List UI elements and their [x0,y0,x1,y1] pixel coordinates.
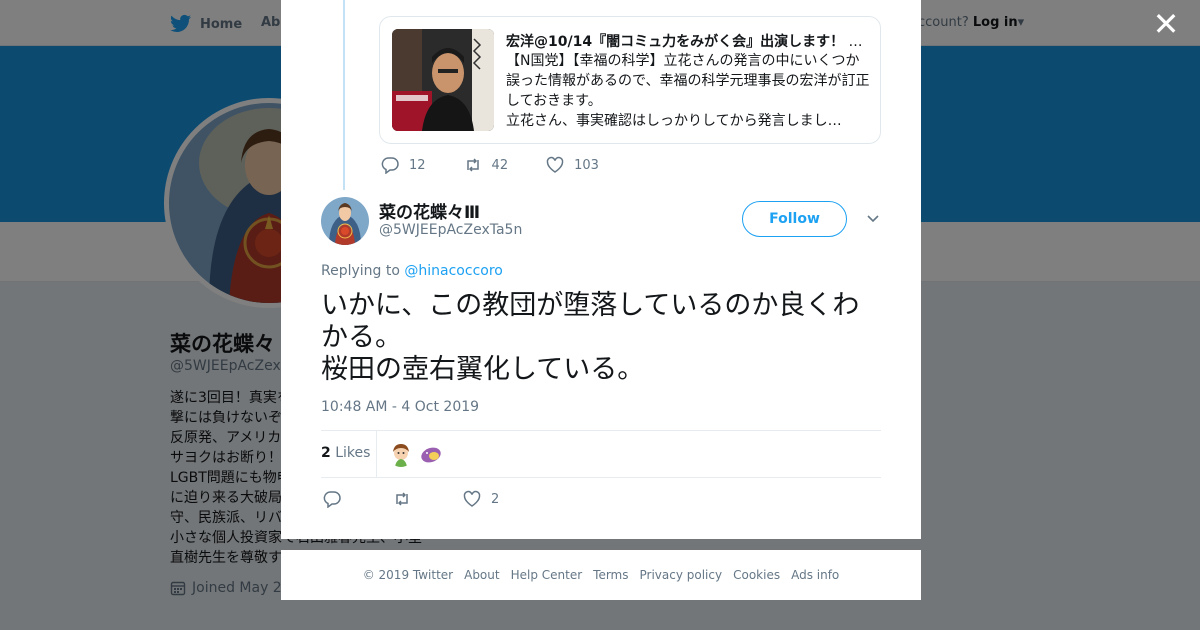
footer-copyright: © 2019 Twitter [362,568,454,582]
previous-tweet-actions: 12 42 103 [381,156,637,174]
like-count: 2 [491,491,500,507]
cartoon-girl-avatar-image [388,441,414,467]
likers-avatars [388,441,444,467]
stats-divider [376,431,377,477]
likes-label: Likes [335,445,371,461]
reply-button[interactable] [323,490,341,508]
footer-link-cookies[interactable]: Cookies [733,568,780,582]
quoted-tweet-header: 宏洋@10/14『闇コミュ力をみがく会』出演します！ @… [506,31,870,51]
tweet-author-avatar[interactable] [321,197,369,245]
thread-connector-line [343,0,345,190]
modal-footer: © 2019 Twitter About Help Center Terms P… [281,550,921,600]
reply-icon [381,157,399,174]
liker-avatar[interactable] [388,441,414,467]
tweet-author-name[interactable]: 菜の花蝶々Ⅲ [379,198,480,223]
retweet-icon [466,158,479,172]
retweet-button[interactable]: 42 [464,156,509,174]
like-button[interactable]: 103 [546,156,599,174]
like-button[interactable]: 2 [463,490,499,508]
tweet-author-handle[interactable]: @5WJEEpAcZexTa5n [379,222,522,238]
liker-avatar[interactable] [418,441,444,467]
retweet-icon [396,492,408,506]
chevron-down-icon[interactable] [865,210,881,226]
tweet-text: いかに、この教団が堕落しているのか良くわかる。 桜田の壺右翼化している。 [321,290,860,385]
replying-to-link[interactable]: @hinacoccoro [404,263,502,279]
footer-link-terms[interactable]: Terms [593,568,628,582]
quoted-tweet-handle: @… [848,34,870,50]
quoted-tweet-text: 【N国党】【幸福の科学】立花さんの発言の中にいくつか誤った情報があるので、幸福の… [506,53,870,129]
tweet-actions: 2 [323,490,551,508]
video-thumbnail-image [392,29,494,131]
heart-icon [463,490,481,507]
follow-button[interactable]: Follow [742,201,847,237]
likes-count: 2 [321,445,331,461]
footer-link-about[interactable]: About [464,568,499,582]
reply-count: 12 [409,157,426,173]
tweet-permalink-modal: 宏洋@10/14『闇コミュ力をみがく会』出演します！ @… 【N国党】【幸福の科… [281,0,921,539]
like-count: 103 [574,157,599,173]
quoted-tweet-thumbnail [392,29,494,131]
footer-link-privacy[interactable]: Privacy policy [640,568,723,582]
replying-to: Replying to @hinacoccoro [321,263,503,279]
likes-stat[interactable]: 2 Likes [321,445,370,461]
quoted-tweet-card[interactable]: 宏洋@10/14『闇コミュ力をみがく会』出演します！ @… 【N国党】【幸福の科… [379,16,881,144]
retweet-button[interactable] [393,490,411,508]
quoted-tweet-author: 宏洋@10/14『闇コミュ力をみがく会』出演します！ [506,34,845,50]
heart-icon [546,156,564,173]
tweet-timestamp[interactable]: 10:48 AM - 4 Oct 2019 [321,399,479,415]
close-icon[interactable]: ✕ [1152,8,1180,40]
footer-link-help-center[interactable]: Help Center [511,568,583,582]
reply-icon [323,491,341,508]
reply-button[interactable]: 12 [381,156,426,174]
sweet-potato-avatar-image [418,441,444,467]
footer-link-ads-info[interactable]: Ads info [791,568,839,582]
madonna-avatar-image [321,197,369,245]
tweet-stats: 2 Likes [321,430,881,478]
retweet-count: 42 [491,157,509,173]
replying-prefix: Replying to [321,263,400,279]
